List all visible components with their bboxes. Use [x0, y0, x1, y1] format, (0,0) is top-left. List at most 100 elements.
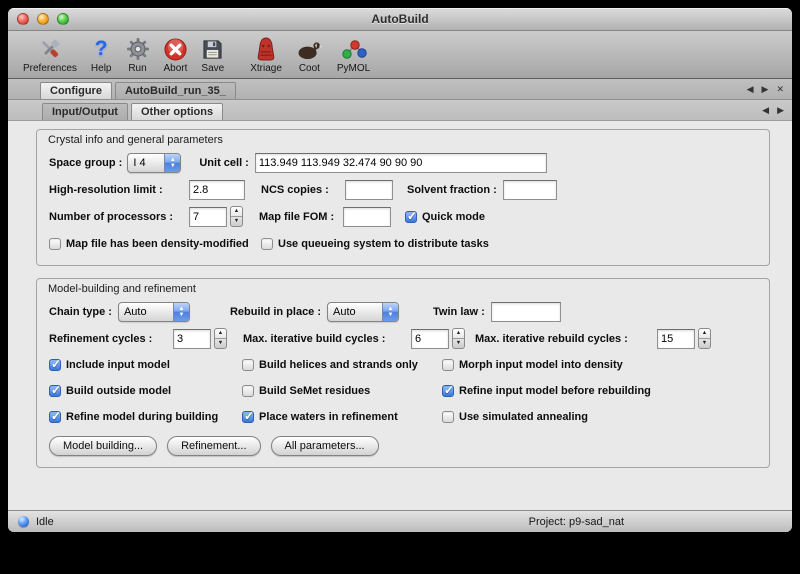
high-res-input[interactable] — [189, 180, 245, 200]
checkbox-label: Use simulated annealing — [459, 411, 588, 423]
tab-other-options[interactable]: Other options — [131, 103, 223, 120]
checkbox-morph-input-model[interactable]: Morph input model into density — [442, 352, 761, 378]
form-row: Map file has been density-modified Use q… — [45, 230, 761, 257]
run-gear-icon — [126, 36, 150, 63]
stepper-up-icon[interactable]: ▲ — [453, 329, 464, 339]
toolbar-button-abort[interactable]: Abort — [157, 32, 195, 78]
toolbar-button-coot[interactable]: Coot — [289, 32, 330, 78]
tab-configure[interactable]: Configure — [40, 82, 112, 99]
popup-arrows-icon: ▲▼ — [164, 154, 180, 172]
checkbox-build-helices-strands[interactable]: Build helices and strands only — [242, 352, 442, 378]
checkbox-box — [261, 238, 273, 250]
refinement-cycles-label: Refinement cycles : — [49, 333, 173, 345]
stepper-up-icon[interactable]: ▲ — [215, 329, 226, 339]
window-title: AutoBuild — [8, 8, 792, 30]
processors-stepper[interactable]: ▲ ▼ — [230, 206, 243, 227]
checkbox-queueing-system[interactable]: Use queueing system to distribute tasks — [261, 238, 489, 250]
statusbar: Idle Project: p9-sad_nat — [8, 510, 792, 532]
checkbox-build-outside-model[interactable]: Build outside model — [49, 378, 242, 404]
checkbox-quick-mode[interactable]: Quick mode — [405, 211, 485, 223]
checkbox-density-modified[interactable]: Map file has been density-modified — [49, 238, 261, 250]
checkbox-simulated-annealing[interactable]: Use simulated annealing — [442, 404, 761, 430]
refinement-cycles-stepper[interactable]: ▲ ▼ — [214, 328, 227, 349]
toolbar-button-run[interactable]: Run — [119, 32, 157, 78]
toolbar-label: Xtriage — [250, 63, 282, 74]
options-tabbar-controls: ◀ ▶ — [762, 105, 784, 115]
toolbar-label: Preferences — [23, 63, 77, 74]
chain-type-popup[interactable]: Auto ▲▼ — [118, 302, 190, 322]
toolbar-button-save[interactable]: Save — [194, 32, 231, 78]
checkbox-label: Place waters in refinement — [259, 411, 398, 423]
tab-autobuild-run-35[interactable]: AutoBuild_run_35_ — [115, 82, 236, 99]
traffic-lights — [17, 13, 69, 25]
checkbox-refine-input-before-rebuilding[interactable]: Refine input model before rebuilding — [442, 378, 761, 404]
stepper-up-icon[interactable]: ▲ — [231, 207, 242, 217]
toolbar-label: Abort — [164, 63, 188, 74]
group-title: Model-building and refinement — [48, 283, 761, 295]
close-button[interactable] — [17, 13, 29, 25]
help-icon: ? — [95, 36, 108, 63]
tab-scroll-right-icon[interactable]: ▶ — [762, 84, 769, 94]
tab-scroll-right-icon[interactable]: ▶ — [777, 105, 784, 115]
rebuild-cycles-input[interactable] — [657, 329, 695, 349]
checkbox-box — [442, 411, 454, 423]
all-parameters-button[interactable]: All parameters... — [271, 436, 379, 456]
notebook-tabbar: Configure AutoBuild_run_35_ ◀ ▶ ✕ — [8, 79, 792, 100]
checkbox-refine-during-building[interactable]: Refine model during building — [49, 404, 242, 430]
twin-law-input[interactable] — [491, 302, 561, 322]
tab-scroll-left-icon[interactable]: ◀ — [747, 84, 754, 94]
checkbox-label: Morph input model into density — [459, 359, 623, 371]
popup-value: I 4 — [128, 154, 164, 172]
toolbar-button-preferences[interactable]: Preferences — [16, 32, 84, 78]
stepper-down-icon[interactable]: ▼ — [699, 339, 710, 348]
checkbox-box — [442, 359, 454, 371]
space-group-label: Space group : — [49, 157, 122, 169]
checkbox-label: Build outside model — [66, 385, 171, 397]
toolbar-label: Save — [201, 63, 224, 74]
high-res-label: High-resolution limit : — [49, 184, 189, 196]
unit-cell-label: Unit cell : — [199, 157, 249, 169]
rebuild-cycles-stepper[interactable]: ▲ ▼ — [698, 328, 711, 349]
toolbar-button-pymol[interactable]: PyMOL — [330, 32, 377, 78]
stepper-down-icon[interactable]: ▼ — [215, 339, 226, 348]
toolbar-button-xtriage[interactable]: Xtriage — [243, 32, 289, 78]
map-fom-label: Map file FOM : — [259, 211, 343, 223]
abort-icon — [164, 36, 187, 63]
ncs-copies-input[interactable] — [345, 180, 393, 200]
refinement-button[interactable]: Refinement... — [167, 436, 260, 456]
build-cycles-stepper[interactable]: ▲ ▼ — [452, 328, 465, 349]
space-group-popup[interactable]: I 4 ▲▼ — [127, 153, 181, 173]
tab-scroll-left-icon[interactable]: ◀ — [762, 105, 769, 115]
form-row: Space group : I 4 ▲▼ Unit cell : — [45, 149, 761, 176]
ncs-copies-label: NCS copies : — [261, 184, 345, 196]
unit-cell-input[interactable] — [255, 153, 547, 173]
toolbar-label: Run — [128, 63, 146, 74]
rebuild-in-place-popup[interactable]: Auto ▲▼ — [327, 302, 399, 322]
checkbox-place-waters[interactable]: Place waters in refinement — [242, 404, 442, 430]
zoom-button[interactable] — [57, 13, 69, 25]
build-cycles-input[interactable] — [411, 329, 449, 349]
checkbox-box — [49, 238, 61, 250]
solvent-fraction-input[interactable] — [503, 180, 557, 200]
stepper-up-icon[interactable]: ▲ — [699, 329, 710, 339]
status-indicator-icon — [18, 516, 29, 527]
tab-input-output[interactable]: Input/Output — [42, 103, 128, 120]
toolbar-label: Coot — [299, 63, 320, 74]
tab-close-icon[interactable]: ✕ — [776, 84, 784, 94]
minimize-button[interactable] — [37, 13, 49, 25]
stepper-down-icon[interactable]: ▼ — [231, 217, 242, 226]
xtriage-icon — [255, 36, 277, 63]
rebuild-in-place-label: Rebuild in place : — [230, 306, 321, 318]
checkbox-build-semet-residues[interactable]: Build SeMet residues — [242, 378, 442, 404]
toolbar-button-help[interactable]: ? Help — [84, 32, 119, 78]
checkbox-include-input-model[interactable]: Include input model — [49, 352, 242, 378]
checkbox-label: Build helices and strands only — [259, 359, 418, 371]
popup-value: Auto — [119, 303, 173, 321]
tab-label: Other options — [141, 106, 213, 118]
refinement-cycles-input[interactable] — [173, 329, 211, 349]
checkbox-box — [49, 385, 61, 397]
processors-input[interactable] — [189, 207, 227, 227]
stepper-down-icon[interactable]: ▼ — [453, 339, 464, 348]
model-building-button[interactable]: Model building... — [49, 436, 157, 456]
map-fom-input[interactable] — [343, 207, 391, 227]
